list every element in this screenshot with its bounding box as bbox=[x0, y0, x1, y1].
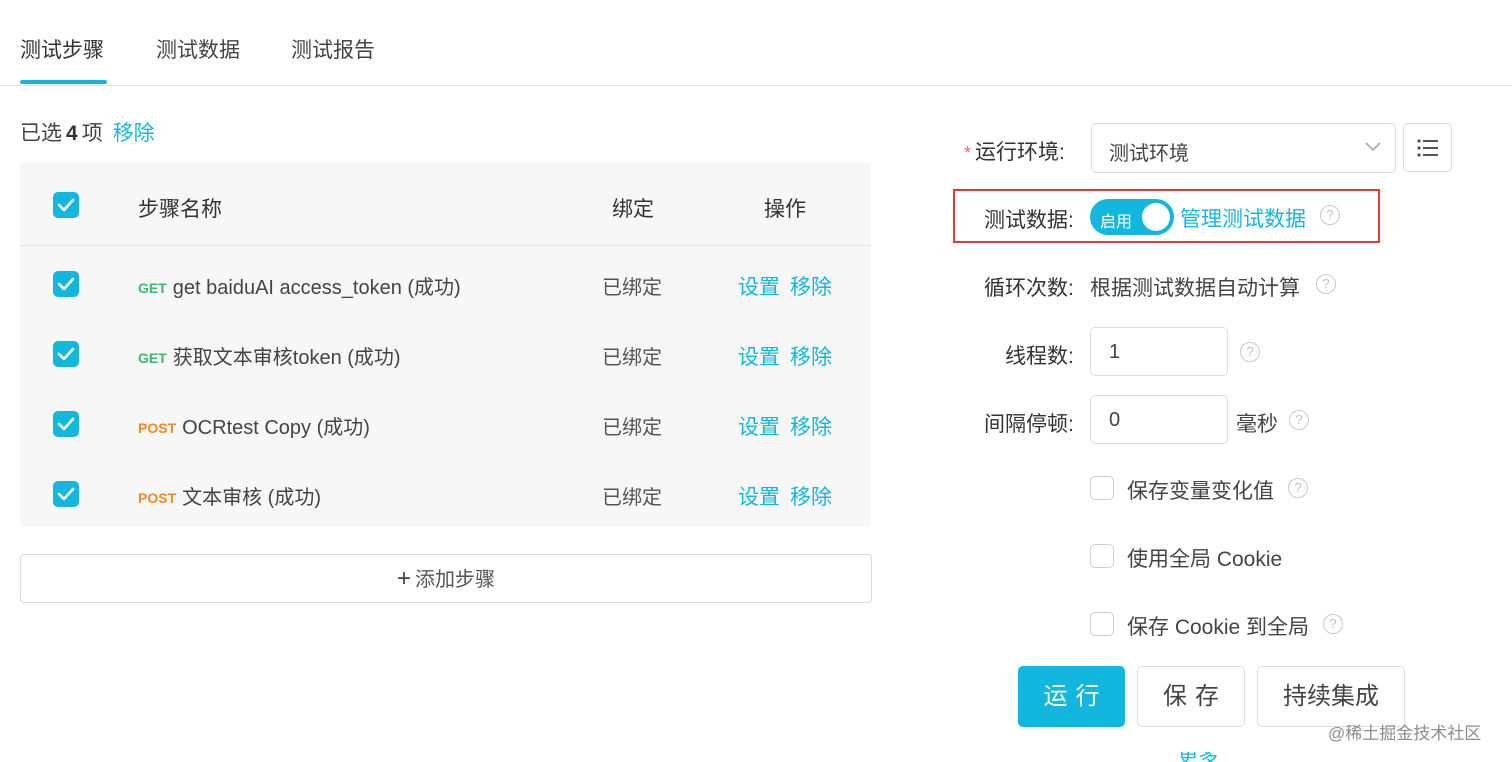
step-name[interactable]: POST OCRtest Copy (成功) bbox=[138, 411, 370, 440]
save-cookie-global-checkbox[interactable] bbox=[1090, 612, 1114, 636]
step-name-text: 获取文本审核token (成功) bbox=[172, 347, 401, 369]
bound-status: 已绑定 bbox=[602, 347, 662, 369]
row-operations: 设置 移除 bbox=[738, 341, 832, 371]
add-step-button[interactable]: + 添加步骤 bbox=[20, 554, 872, 603]
test-data-label: 测试数据: bbox=[984, 209, 1074, 232]
row-operations: 设置 移除 bbox=[738, 411, 832, 441]
row-operations: 设置 移除 bbox=[738, 271, 832, 301]
tab-test-data[interactable]: 测试数据 bbox=[156, 34, 240, 64]
env-select-value: 测试环境 bbox=[1109, 143, 1189, 165]
step-name[interactable]: GET get baiduAI access_token (成功) bbox=[138, 271, 461, 300]
help-icon[interactable]: ? bbox=[1288, 478, 1308, 498]
tab-test-report[interactable]: 测试报告 bbox=[291, 34, 375, 64]
row-operations: 设置 移除 bbox=[738, 481, 832, 511]
use-global-cookie-checkbox[interactable] bbox=[1090, 544, 1114, 568]
step-name-text: OCRtest Copy (成功) bbox=[182, 417, 370, 439]
table-row: GET 获取文本审核token (成功) 已绑定 设置 移除 bbox=[20, 319, 871, 389]
help-icon[interactable]: ? bbox=[1316, 274, 1336, 294]
remove-link[interactable]: 移除 bbox=[790, 346, 832, 369]
check-icon bbox=[57, 347, 75, 361]
test-data-switch[interactable]: 启用 bbox=[1090, 199, 1174, 235]
interval-input[interactable]: 0 bbox=[1090, 395, 1228, 444]
add-step-label: 添加步骤 bbox=[415, 569, 495, 591]
save-var-changes-checkbox[interactable] bbox=[1090, 476, 1114, 500]
table-header: 步骤名称 绑定 操作 bbox=[20, 162, 871, 246]
watermark: @稀土掘金技术社区 bbox=[1328, 724, 1482, 743]
settings-link[interactable]: 设置 bbox=[738, 416, 780, 439]
manage-test-data-link[interactable]: 管理测试数据 bbox=[1180, 203, 1306, 233]
env-label: * 运行环境: bbox=[964, 136, 1065, 166]
use-global-cookie-label: 使用全局 Cookie bbox=[1127, 548, 1283, 571]
env-label-text: 运行环境: bbox=[975, 141, 1065, 164]
remove-link[interactable]: 移除 bbox=[790, 416, 832, 439]
bound-status: 已绑定 bbox=[602, 277, 662, 299]
bound-status: 已绑定 bbox=[602, 487, 662, 509]
help-icon[interactable]: ? bbox=[1289, 410, 1309, 430]
header-step-name: 步骤名称 bbox=[138, 198, 222, 221]
save-cookie-global-label: 保存 Cookie 到全局 bbox=[1127, 616, 1310, 639]
active-tab-indicator bbox=[20, 80, 107, 84]
threads-input[interactable]: 1 bbox=[1090, 327, 1228, 376]
method-badge: POST bbox=[138, 490, 177, 506]
interval-input-value: 0 bbox=[1109, 409, 1121, 431]
method-badge: POST bbox=[138, 420, 177, 436]
steps-table: 步骤名称 绑定 操作 GET get baiduAI access_token (… bbox=[20, 162, 871, 527]
table-row: GET get baiduAI access_token (成功) 已绑定 设置移… bbox=[20, 249, 871, 319]
tab-bar: 测试步骤 测试数据 测试报告 bbox=[0, 0, 1512, 86]
row-checkbox[interactable] bbox=[53, 411, 79, 437]
check-icon bbox=[57, 277, 75, 291]
threads-input-value: 1 bbox=[1109, 341, 1121, 363]
method-badge: GET bbox=[138, 280, 167, 296]
help-icon[interactable]: ? bbox=[1240, 342, 1260, 362]
env-list-button[interactable] bbox=[1403, 123, 1452, 172]
step-name-text: 文本审核 (成功) bbox=[182, 487, 322, 509]
save-var-changes-label: 保存变量变化值 bbox=[1127, 480, 1274, 503]
row-checkbox[interactable] bbox=[53, 341, 79, 367]
required-mark: * bbox=[964, 143, 972, 163]
chevron-down-icon bbox=[1365, 142, 1381, 152]
selection-prefix: 已选 bbox=[20, 122, 62, 145]
check-icon bbox=[57, 487, 75, 501]
step-name[interactable]: GET 获取文本审核token (成功) bbox=[138, 341, 401, 370]
switch-knob bbox=[1142, 203, 1170, 231]
step-name-text: get baiduAI access_token (成功) bbox=[172, 277, 461, 299]
help-icon[interactable]: ? bbox=[1320, 205, 1340, 225]
check-icon bbox=[57, 198, 75, 212]
settings-link[interactable]: 设置 bbox=[738, 346, 780, 369]
selection-count: 4 bbox=[66, 122, 78, 145]
tab-test-steps[interactable]: 测试步骤 bbox=[20, 34, 104, 64]
selection-suffix: 项 bbox=[81, 122, 103, 145]
row-checkbox[interactable] bbox=[53, 271, 79, 297]
settings-link[interactable]: 设置 bbox=[738, 276, 780, 299]
method-badge: GET bbox=[138, 350, 167, 366]
row-checkbox[interactable] bbox=[53, 481, 79, 507]
env-select[interactable]: 测试环境 bbox=[1091, 123, 1396, 173]
remove-selected-link[interactable]: 移除 bbox=[113, 122, 155, 145]
list-icon bbox=[1417, 139, 1438, 157]
header-operations: 操作 bbox=[764, 198, 806, 221]
selection-summary: 已选 4 项移除 bbox=[20, 117, 155, 147]
remove-link[interactable]: 移除 bbox=[790, 276, 832, 299]
select-all-checkbox[interactable] bbox=[53, 192, 79, 218]
loops-label: 循环次数: bbox=[984, 277, 1074, 300]
settings-link[interactable]: 设置 bbox=[738, 486, 780, 509]
threads-label: 线程数: bbox=[1005, 345, 1074, 368]
help-icon[interactable]: ? bbox=[1323, 614, 1343, 634]
run-button[interactable]: 运行 bbox=[1018, 666, 1125, 727]
loops-value: 根据测试数据自动计算 bbox=[1090, 277, 1300, 300]
table-row: POST OCRtest Copy (成功) 已绑定 设置 移除 bbox=[20, 389, 871, 459]
check-icon bbox=[57, 417, 75, 431]
table-row: POST 文本审核 (成功) 已绑定 设置 移除 bbox=[20, 459, 871, 529]
interval-label: 间隔停顿: bbox=[984, 413, 1074, 436]
interval-unit: 毫秒 bbox=[1236, 413, 1278, 436]
more-link[interactable]: 更多 bbox=[1178, 752, 1218, 762]
plus-icon: + bbox=[396, 565, 411, 592]
header-bound: 绑定 bbox=[612, 198, 654, 221]
continuous-integration-button[interactable]: 持续集成 bbox=[1257, 666, 1405, 727]
step-name[interactable]: POST 文本审核 (成功) bbox=[138, 481, 321, 510]
bound-status: 已绑定 bbox=[602, 417, 662, 439]
switch-text: 启用 bbox=[1100, 214, 1133, 231]
remove-link[interactable]: 移除 bbox=[790, 486, 832, 509]
save-button[interactable]: 保存 bbox=[1137, 666, 1245, 727]
